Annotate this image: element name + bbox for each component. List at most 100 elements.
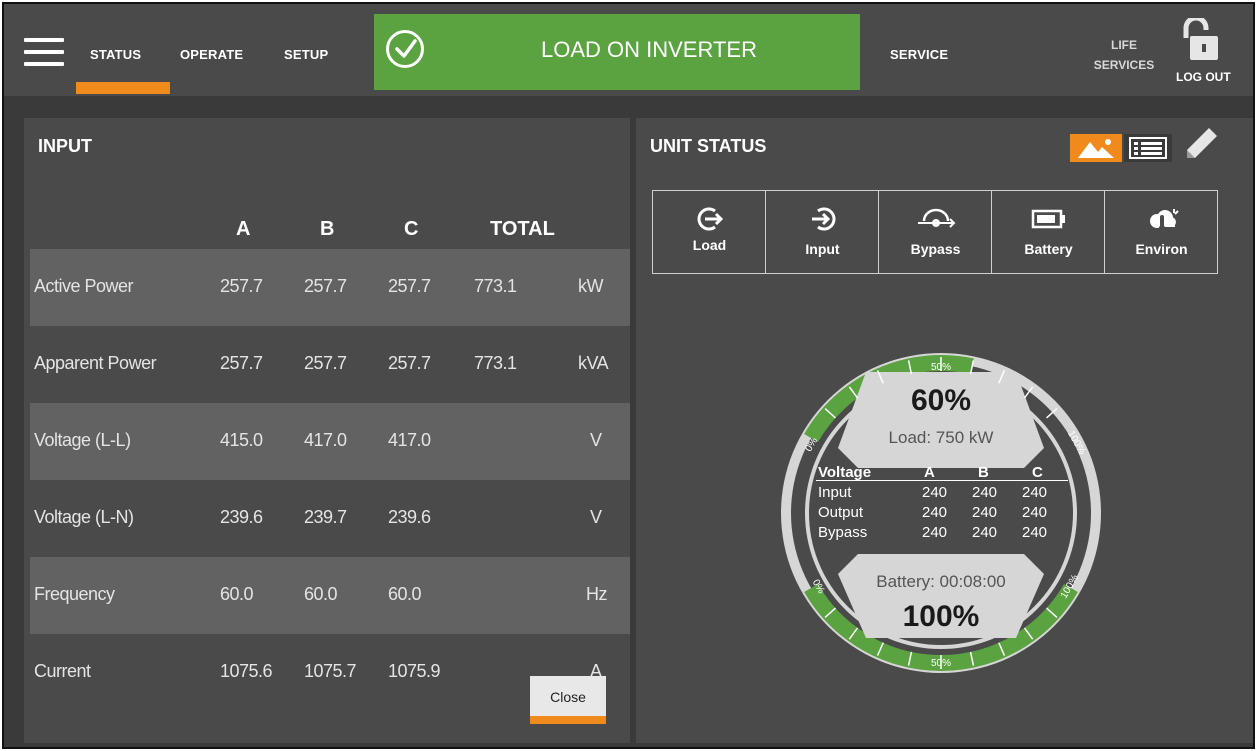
cell-b: 60.0 bbox=[304, 584, 338, 604]
life-services-line2: SERVICES bbox=[1093, 58, 1155, 72]
cell-c: 257.7 bbox=[388, 353, 431, 373]
list-view-icon[interactable] bbox=[1124, 134, 1172, 162]
nav-setup[interactable]: SETUP bbox=[284, 47, 328, 62]
load-percent: 60% bbox=[910, 384, 972, 417]
column-header-c: C bbox=[404, 218, 419, 240]
load-label: Load: 750 kW bbox=[888, 428, 994, 447]
voltage-row-b: 240 bbox=[972, 524, 998, 541]
check-circle-icon bbox=[386, 30, 424, 68]
cell-b: 417.0 bbox=[304, 430, 347, 450]
menu-icon[interactable] bbox=[24, 38, 64, 66]
voltage-row-label: Input bbox=[818, 484, 852, 501]
lock-open-icon[interactable] bbox=[1180, 15, 1218, 60]
ups-status-screen: STATUS OPERATE SETUP LOAD ON INVERTER SE… bbox=[2, 2, 1255, 749]
cell-unit: kW bbox=[578, 276, 604, 296]
tab-bypass[interactable]: Bypass bbox=[879, 191, 992, 273]
voltage-row-a: 240 bbox=[922, 484, 948, 501]
graphic-view-icon[interactable] bbox=[1070, 134, 1122, 162]
tab-input[interactable]: Input bbox=[766, 191, 879, 273]
row-label: Voltage (L-N) bbox=[34, 507, 134, 527]
logout-button[interactable]: LOG OUT bbox=[1176, 70, 1231, 84]
nav-operate[interactable]: OPERATE bbox=[180, 47, 243, 62]
row-label: Current bbox=[34, 661, 91, 678]
load-icon bbox=[653, 205, 766, 233]
voltage-divider bbox=[816, 480, 1068, 481]
cell-a: 1075.6 bbox=[220, 661, 273, 678]
cell-a: 257.7 bbox=[220, 353, 263, 373]
status-banner: LOAD ON INVERTER bbox=[374, 14, 860, 90]
battery-label: Battery: 00:08:00 bbox=[876, 572, 1006, 591]
close-button-accent bbox=[530, 716, 606, 724]
cell-total: 773.1 bbox=[474, 276, 517, 296]
voltage-row-c: 240 bbox=[1022, 484, 1048, 501]
cell-b: 257.7 bbox=[304, 276, 347, 296]
bypass-icon bbox=[879, 205, 992, 233]
life-services-line1: LIFE bbox=[1111, 38, 1137, 52]
voltage-row-label: Bypass bbox=[818, 524, 868, 541]
nav-service[interactable]: SERVICE bbox=[890, 47, 948, 62]
cell-c: 239.6 bbox=[388, 507, 431, 527]
voltage-row-a: 240 bbox=[922, 504, 948, 521]
voltage-row-b: 240 bbox=[972, 484, 998, 501]
cell-a: 415.0 bbox=[220, 430, 263, 450]
voltage-header-c: C bbox=[1032, 464, 1043, 481]
cell-b: 239.7 bbox=[304, 507, 347, 527]
voltage-header-a: A bbox=[924, 464, 935, 481]
row-label: Frequency bbox=[34, 584, 115, 604]
tab-input-label: Input bbox=[805, 241, 840, 257]
cell-unit: V bbox=[590, 507, 602, 527]
table-row: Voltage (L-L) 415.0 417.0 417.0 V bbox=[30, 403, 630, 480]
cell-total: 773.1 bbox=[474, 353, 517, 373]
cell-b: 1075.7 bbox=[304, 661, 357, 678]
nav-life-services[interactable]: LIFE SERVICES bbox=[1084, 35, 1164, 75]
cell-a: 239.6 bbox=[220, 507, 263, 527]
unit-status-title: UNIT STATUS bbox=[650, 136, 767, 156]
status-banner-text: LOAD ON INVERTER bbox=[541, 37, 757, 62]
row-label: Voltage (L-L) bbox=[34, 430, 131, 450]
row-label: Apparent Power bbox=[34, 353, 157, 373]
table-row: Frequency 60.0 60.0 60.0 Hz bbox=[30, 557, 630, 634]
voltage-row-label: Output bbox=[818, 504, 864, 521]
column-header-b: B bbox=[320, 218, 335, 240]
tab-environ[interactable]: Environ bbox=[1105, 191, 1218, 273]
view-toggle bbox=[1070, 130, 1176, 166]
unit-status-tabs: Load Input Bypass Battery Environ bbox=[652, 190, 1218, 274]
nav-active-indicator bbox=[76, 82, 170, 94]
voltage-row-c: 240 bbox=[1022, 504, 1048, 521]
cell-unit: Hz bbox=[586, 584, 608, 604]
cell-unit: V bbox=[590, 430, 602, 450]
tab-bypass-label: Bypass bbox=[910, 241, 961, 257]
column-header-total: TOTAL bbox=[490, 218, 555, 240]
cell-b: 257.7 bbox=[304, 353, 347, 373]
cell-c: 257.7 bbox=[388, 276, 431, 296]
column-header-a: A bbox=[236, 218, 251, 240]
input-panel-title: INPUT bbox=[38, 136, 92, 156]
tab-battery[interactable]: Battery bbox=[992, 191, 1105, 273]
voltage-header-b: B bbox=[978, 464, 989, 481]
table-row: Current 1075.6 1075.7 1075.9 A bbox=[30, 634, 630, 678]
tab-battery-label: Battery bbox=[1024, 241, 1073, 257]
cell-a: 60.0 bbox=[220, 584, 254, 604]
tab-load[interactable]: Load bbox=[653, 191, 766, 273]
close-button[interactable]: Close bbox=[530, 676, 606, 724]
tab-load-label: Load bbox=[692, 237, 727, 253]
close-button-label: Close bbox=[550, 689, 586, 705]
table-row: Apparent Power 257.7 257.7 257.7 773.1 k… bbox=[30, 326, 630, 403]
cell-c: 60.0 bbox=[388, 584, 422, 604]
unit-status-panel: UNIT STATUS Load Input Bypass Battery En… bbox=[636, 118, 1253, 743]
table-row: Voltage (L-N) 239.6 239.7 239.6 V bbox=[30, 480, 630, 557]
environment-icon bbox=[1105, 205, 1218, 233]
nav-status[interactable]: STATUS bbox=[90, 47, 141, 62]
top-bar: STATUS OPERATE SETUP LOAD ON INVERTER SE… bbox=[4, 4, 1253, 96]
voltage-row-a: 240 bbox=[922, 524, 948, 541]
row-label: Active Power bbox=[34, 276, 134, 296]
input-panel: INPUT A B C TOTAL Active Power 257.7 257… bbox=[24, 118, 630, 743]
voltage-row-c: 240 bbox=[1022, 524, 1048, 541]
cell-c: 417.0 bbox=[388, 430, 431, 450]
cell-a: 257.7 bbox=[220, 276, 263, 296]
pencil-icon[interactable] bbox=[1181, 124, 1221, 164]
input-icon bbox=[766, 205, 879, 233]
voltage-row-b: 240 bbox=[972, 504, 998, 521]
voltage-header-label: Voltage bbox=[818, 464, 872, 481]
cell-unit: kVA bbox=[578, 353, 609, 373]
